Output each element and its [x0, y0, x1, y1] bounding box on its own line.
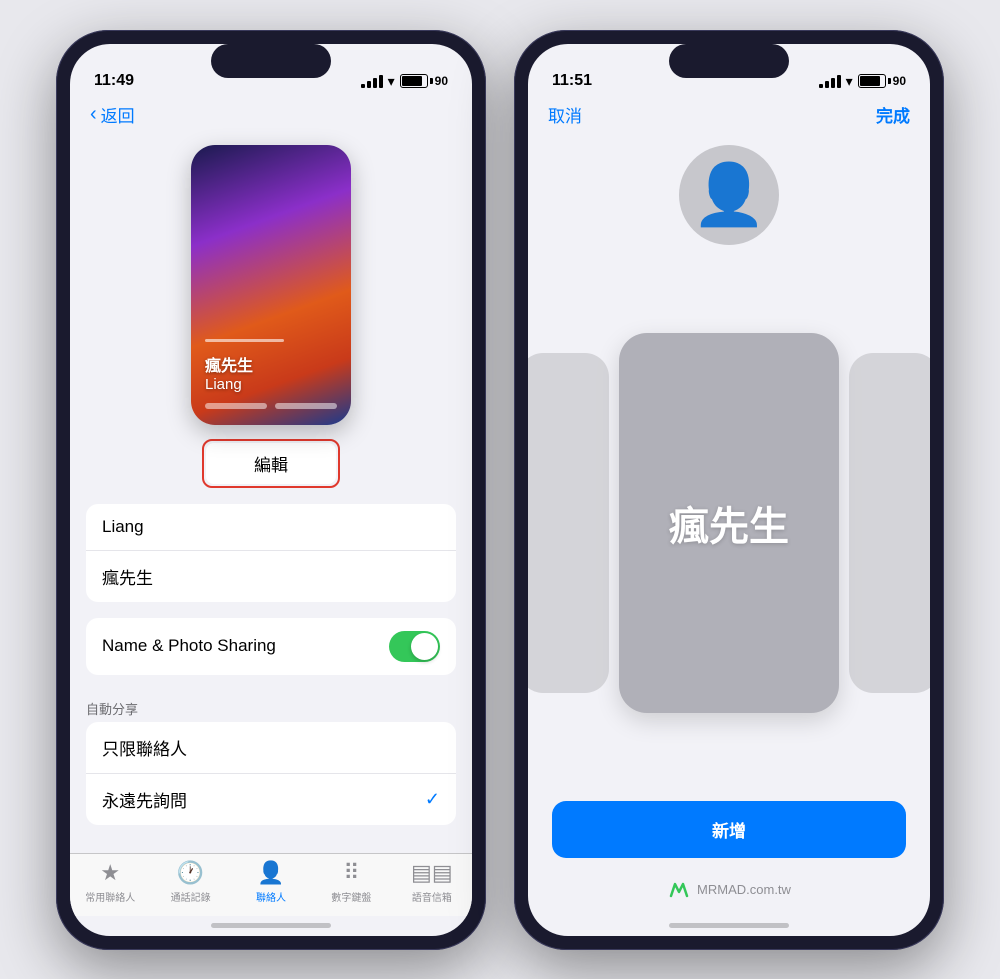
- person-icon: 👤: [692, 165, 767, 225]
- card-content: 瘋先生 Liang: [191, 323, 351, 425]
- toggle-knob: [411, 633, 438, 660]
- left-phone-screen: 11:49 ▾ 90: [70, 44, 472, 936]
- avatar-area: 👤: [528, 135, 930, 261]
- home-indicator-right: [528, 916, 930, 936]
- contacts-only-row[interactable]: 只限聯絡人: [86, 722, 456, 774]
- tab-bar: ★ 常用聯絡人 🕐 通話記錄 👤 聯絡人 ⠿ 數字鍵盤 ▤▤ 語音信箱: [70, 853, 472, 916]
- name-photo-toggle-row: Name & Photo Sharing: [86, 618, 456, 675]
- avatar[interactable]: 👤: [679, 145, 779, 245]
- favorites-label: 常用聯絡人: [85, 889, 135, 904]
- last-name-row[interactable]: 瘋先生: [86, 551, 456, 602]
- recents-label: 通話記錄: [171, 889, 211, 904]
- signal-icon: [361, 75, 383, 88]
- dynamic-island-right: [669, 44, 789, 78]
- add-button[interactable]: 新增: [552, 801, 906, 858]
- watermark-text: MRMAD.com.tw: [697, 882, 791, 897]
- nav-bar-left: ‹ 返回: [70, 98, 472, 135]
- favorites-icon: ★: [100, 860, 120, 886]
- battery-icon-right: 90: [858, 74, 906, 88]
- carousel-card-right[interactable]: [849, 353, 930, 693]
- wifi-icon: ▾: [388, 73, 395, 90]
- home-indicator-left: [70, 916, 472, 936]
- checkmark-icon: ✓: [425, 789, 440, 810]
- always-ask-row[interactable]: 永遠先詢問 ✓: [86, 774, 456, 825]
- card-carousel: 瘋先生: [528, 261, 930, 785]
- name-form-section: Liang 瘋先生: [86, 504, 456, 602]
- time-right: 11:51: [552, 72, 592, 90]
- auto-share-settings-section: 只限聯絡人 永遠先詢問 ✓: [86, 722, 456, 825]
- wifi-icon-right: ▾: [846, 73, 853, 90]
- battery-icon: 90: [400, 74, 448, 88]
- back-label: 返回: [101, 102, 135, 127]
- status-icons-left: ▾ 90: [361, 73, 448, 90]
- back-button[interactable]: ‹ 返回: [90, 102, 452, 127]
- keypad-label: 數字鍵盤: [331, 889, 371, 904]
- tab-voicemail[interactable]: ▤▤ 語音信箱: [392, 860, 472, 904]
- card-name-en: Liang: [205, 376, 337, 393]
- always-ask-label: 永遠先詢問: [102, 787, 187, 812]
- tab-recents[interactable]: 🕐 通話記錄: [150, 860, 230, 904]
- carousel-main-text: 瘋先生: [669, 494, 789, 552]
- contact-card-preview: 瘋先生 Liang: [191, 145, 351, 425]
- name-photo-label: Name & Photo Sharing: [102, 636, 276, 656]
- card-name-cn: 瘋先生: [205, 352, 337, 376]
- auto-share-section-header: 自動分享: [70, 683, 472, 722]
- contacts-label: 聯絡人: [256, 889, 286, 904]
- cancel-button[interactable]: 取消: [548, 102, 582, 127]
- edit-button[interactable]: 編輯: [206, 443, 336, 484]
- mrmad-logo: [667, 878, 691, 902]
- done-button[interactable]: 完成: [876, 102, 910, 127]
- card-bottom-bars: [205, 403, 337, 409]
- add-button-area: 新增: [528, 785, 930, 878]
- contacts-only-label: 只限聯絡人: [102, 735, 187, 760]
- nav-bar-right: 取消 完成: [528, 98, 930, 135]
- signal-icon-right: [819, 75, 841, 88]
- card-bar-1: [205, 403, 267, 409]
- name-photo-toggle[interactable]: [389, 631, 440, 662]
- back-chevron-icon: ‹: [90, 103, 97, 126]
- recents-icon: 🕐: [177, 860, 204, 886]
- home-bar-right: [669, 923, 789, 928]
- status-icons-right: ▾ 90: [819, 73, 906, 90]
- tab-contacts[interactable]: 👤 聯絡人: [231, 860, 311, 904]
- keypad-icon: ⠿: [343, 860, 359, 886]
- contacts-icon: 👤: [257, 860, 284, 886]
- carousel-card-main[interactable]: 瘋先生: [619, 333, 839, 713]
- card-line: [205, 339, 284, 342]
- tab-favorites[interactable]: ★ 常用聯絡人: [70, 860, 150, 904]
- contact-preview-area: 瘋先生 Liang 編輯: [70, 135, 472, 496]
- time-left: 11:49: [94, 72, 134, 90]
- carousel-card-left[interactable]: [528, 353, 609, 693]
- name-photo-sharing-section: Name & Photo Sharing: [86, 618, 456, 675]
- voicemail-label: 語音信箱: [412, 889, 452, 904]
- dynamic-island-left: [211, 44, 331, 78]
- right-phone-screen: 11:51 ▾ 90: [528, 44, 930, 936]
- voicemail-icon: ▤▤: [411, 860, 453, 886]
- card-bar-2: [275, 403, 337, 409]
- first-name-row[interactable]: Liang: [86, 504, 456, 551]
- edit-button-wrapper: 編輯: [202, 439, 340, 488]
- right-phone-frame: 11:51 ▾ 90: [514, 30, 944, 950]
- tab-keypad[interactable]: ⠿ 數字鍵盤: [311, 860, 391, 904]
- page-wrapper: 11:49 ▾ 90: [36, 10, 964, 970]
- home-bar: [211, 923, 331, 928]
- left-phone-frame: 11:49 ▾ 90: [56, 30, 486, 950]
- watermark: MRMAD.com.tw: [528, 878, 930, 916]
